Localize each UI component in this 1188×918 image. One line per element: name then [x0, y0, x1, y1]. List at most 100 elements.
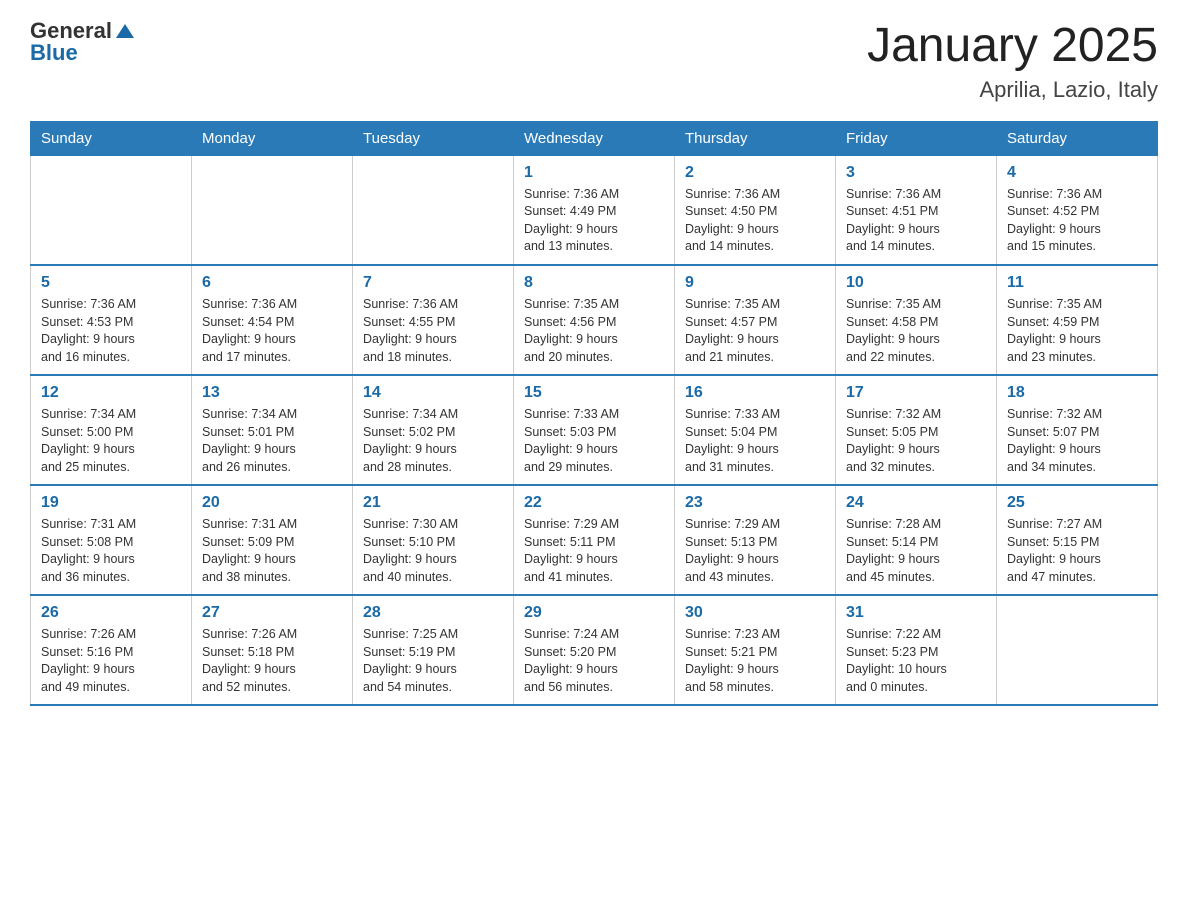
day-number: 14	[363, 384, 503, 402]
calendar-cell: 23 Sunrise: 7:29 AM Sunset: 5:13 PM Dayli…	[675, 485, 836, 595]
calendar-cell: 21Sunrise: 7:30 AM Sunset: 5:10 PM Dayli…	[353, 485, 514, 595]
day-number: 31	[846, 604, 986, 622]
calendar-cell: 17 Sunrise: 7:32 AM Sunset: 5:05 PM Dayli…	[836, 375, 997, 485]
day-info: Sunrise: 7:29 AM Sunset: 5:11 PM Dayligh…	[524, 516, 664, 586]
day-info: Sunrise: 7:36 AM Sunset: 4:54 PM Dayligh…	[202, 296, 342, 366]
calendar-cell: 18 Sunrise: 7:32 AM Sunset: 5:07 PM Dayli…	[997, 375, 1158, 485]
calendar-cell	[31, 155, 192, 265]
calendar-cell	[353, 155, 514, 265]
day-number: 10	[846, 274, 986, 292]
day-info: Sunrise: 7:36 AM Sunset: 4:52 PM Dayligh…	[1007, 186, 1147, 256]
day-number: 11	[1007, 274, 1147, 292]
calendar-cell: 26 Sunrise: 7:26 AM Sunset: 5:16 PM Dayli…	[31, 595, 192, 705]
weekday-header-sunday: Sunday	[31, 121, 192, 155]
day-number: 19	[41, 494, 181, 512]
day-number: 3	[846, 164, 986, 182]
calendar-cell: 2 Sunrise: 7:36 AM Sunset: 4:50 PM Daylig…	[675, 155, 836, 265]
calendar-week-row: 1 Sunrise: 7:36 AM Sunset: 4:49 PM Daylig…	[31, 155, 1158, 265]
calendar-cell: 12 Sunrise: 7:34 AM Sunset: 5:00 PM Dayli…	[31, 375, 192, 485]
calendar-cell	[997, 595, 1158, 705]
title-area: January 2025 Aprilia, Lazio, Italy	[867, 20, 1158, 103]
day-number: 9	[685, 274, 825, 292]
day-number: 12	[41, 384, 181, 402]
calendar-cell: 19Sunrise: 7:31 AM Sunset: 5:08 PM Dayli…	[31, 485, 192, 595]
calendar-cell: 3 Sunrise: 7:36 AM Sunset: 4:51 PM Daylig…	[836, 155, 997, 265]
day-info: Sunrise: 7:36 AM Sunset: 4:49 PM Dayligh…	[524, 186, 664, 256]
calendar-cell: 22 Sunrise: 7:29 AM Sunset: 5:11 PM Dayli…	[514, 485, 675, 595]
day-info: Sunrise: 7:23 AM Sunset: 5:21 PM Dayligh…	[685, 626, 825, 696]
day-number: 1	[524, 164, 664, 182]
day-info: Sunrise: 7:32 AM Sunset: 5:07 PM Dayligh…	[1007, 406, 1147, 476]
calendar-cell: 4 Sunrise: 7:36 AM Sunset: 4:52 PM Daylig…	[997, 155, 1158, 265]
day-number: 28	[363, 604, 503, 622]
day-number: 16	[685, 384, 825, 402]
day-number: 18	[1007, 384, 1147, 402]
calendar-cell: 13 Sunrise: 7:34 AM Sunset: 5:01 PM Dayli…	[192, 375, 353, 485]
calendar-subtitle: Aprilia, Lazio, Italy	[867, 77, 1158, 103]
day-number: 23	[685, 494, 825, 512]
header: General Blue January 2025 Aprilia, Lazio…	[30, 20, 1158, 103]
day-number: 6	[202, 274, 342, 292]
day-info: Sunrise: 7:35 AM Sunset: 4:56 PM Dayligh…	[524, 296, 664, 366]
calendar-cell: 27 Sunrise: 7:26 AM Sunset: 5:18 PM Dayli…	[192, 595, 353, 705]
calendar-cell: 11 Sunrise: 7:35 AM Sunset: 4:59 PM Dayli…	[997, 265, 1158, 375]
logo-triangle-icon	[114, 20, 136, 42]
day-info: Sunrise: 7:33 AM Sunset: 5:04 PM Dayligh…	[685, 406, 825, 476]
day-info: Sunrise: 7:34 AM Sunset: 5:02 PM Dayligh…	[363, 406, 503, 476]
calendar-cell: 7 Sunrise: 7:36 AM Sunset: 4:55 PM Daylig…	[353, 265, 514, 375]
day-number: 20	[202, 494, 342, 512]
day-number: 21	[363, 494, 503, 512]
day-info: Sunrise: 7:31 AM Sunset: 5:09 PM Dayligh…	[202, 516, 342, 586]
weekday-header-tuesday: Tuesday	[353, 121, 514, 155]
day-number: 27	[202, 604, 342, 622]
calendar-cell: 30 Sunrise: 7:23 AM Sunset: 5:21 PM Dayli…	[675, 595, 836, 705]
day-info: Sunrise: 7:35 AM Sunset: 4:59 PM Dayligh…	[1007, 296, 1147, 366]
day-number: 7	[363, 274, 503, 292]
day-number: 15	[524, 384, 664, 402]
day-info: Sunrise: 7:36 AM Sunset: 4:50 PM Dayligh…	[685, 186, 825, 256]
day-info: Sunrise: 7:34 AM Sunset: 5:00 PM Dayligh…	[41, 406, 181, 476]
day-number: 2	[685, 164, 825, 182]
calendar-cell: 29Sunrise: 7:24 AM Sunset: 5:20 PM Dayli…	[514, 595, 675, 705]
calendar-cell: 20 Sunrise: 7:31 AM Sunset: 5:09 PM Dayli…	[192, 485, 353, 595]
weekday-header-wednesday: Wednesday	[514, 121, 675, 155]
day-number: 5	[41, 274, 181, 292]
logo: General Blue	[30, 20, 136, 64]
day-info: Sunrise: 7:35 AM Sunset: 4:57 PM Dayligh…	[685, 296, 825, 366]
day-info: Sunrise: 7:22 AM Sunset: 5:23 PM Dayligh…	[846, 626, 986, 696]
day-info: Sunrise: 7:26 AM Sunset: 5:18 PM Dayligh…	[202, 626, 342, 696]
day-number: 8	[524, 274, 664, 292]
calendar-cell: 28Sunrise: 7:25 AM Sunset: 5:19 PM Dayli…	[353, 595, 514, 705]
day-info: Sunrise: 7:36 AM Sunset: 4:55 PM Dayligh…	[363, 296, 503, 366]
calendar-cell: 8 Sunrise: 7:35 AM Sunset: 4:56 PM Daylig…	[514, 265, 675, 375]
calendar-cell: 16 Sunrise: 7:33 AM Sunset: 5:04 PM Dayli…	[675, 375, 836, 485]
day-number: 29	[524, 604, 664, 622]
day-number: 30	[685, 604, 825, 622]
calendar-cell: 15 Sunrise: 7:33 AM Sunset: 5:03 PM Dayli…	[514, 375, 675, 485]
day-number: 24	[846, 494, 986, 512]
day-info: Sunrise: 7:27 AM Sunset: 5:15 PM Dayligh…	[1007, 516, 1147, 586]
day-number: 26	[41, 604, 181, 622]
calendar-cell: 24Sunrise: 7:28 AM Sunset: 5:14 PM Dayli…	[836, 485, 997, 595]
calendar-week-row: 12 Sunrise: 7:34 AM Sunset: 5:00 PM Dayli…	[31, 375, 1158, 485]
calendar-cell: 6 Sunrise: 7:36 AM Sunset: 4:54 PM Daylig…	[192, 265, 353, 375]
day-info: Sunrise: 7:35 AM Sunset: 4:58 PM Dayligh…	[846, 296, 986, 366]
day-number: 17	[846, 384, 986, 402]
day-info: Sunrise: 7:29 AM Sunset: 5:13 PM Dayligh…	[685, 516, 825, 586]
day-info: Sunrise: 7:36 AM Sunset: 4:51 PM Dayligh…	[846, 186, 986, 256]
logo-blue-text: Blue	[30, 40, 78, 65]
day-info: Sunrise: 7:32 AM Sunset: 5:05 PM Dayligh…	[846, 406, 986, 476]
day-info: Sunrise: 7:26 AM Sunset: 5:16 PM Dayligh…	[41, 626, 181, 696]
day-number: 13	[202, 384, 342, 402]
day-number: 25	[1007, 494, 1147, 512]
weekday-header-row: SundayMondayTuesdayWednesdayThursdayFrid…	[31, 121, 1158, 155]
logo-general-text: General	[30, 20, 112, 42]
day-number: 4	[1007, 164, 1147, 182]
day-info: Sunrise: 7:36 AM Sunset: 4:53 PM Dayligh…	[41, 296, 181, 366]
day-info: Sunrise: 7:33 AM Sunset: 5:03 PM Dayligh…	[524, 406, 664, 476]
calendar-cell: 9 Sunrise: 7:35 AM Sunset: 4:57 PM Daylig…	[675, 265, 836, 375]
day-info: Sunrise: 7:34 AM Sunset: 5:01 PM Dayligh…	[202, 406, 342, 476]
calendar-cell: 1 Sunrise: 7:36 AM Sunset: 4:49 PM Daylig…	[514, 155, 675, 265]
calendar-cell: 5 Sunrise: 7:36 AM Sunset: 4:53 PM Daylig…	[31, 265, 192, 375]
day-number: 22	[524, 494, 664, 512]
